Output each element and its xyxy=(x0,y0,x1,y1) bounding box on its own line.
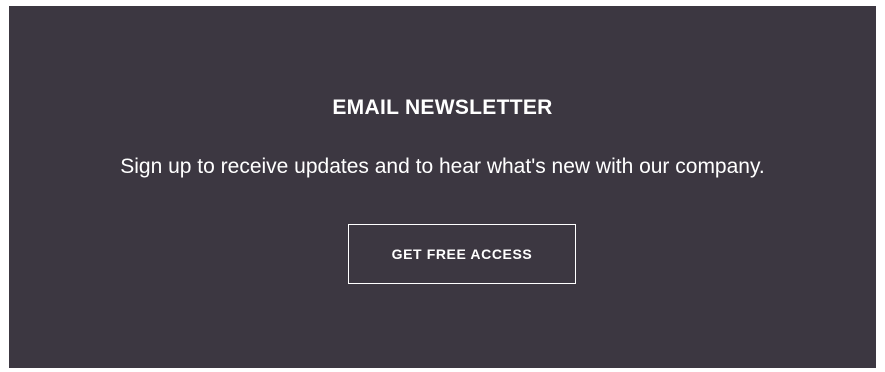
newsletter-panel: EMAIL NEWSLETTER Sign up to receive upda… xyxy=(9,6,876,368)
get-free-access-button[interactable]: GET FREE ACCESS xyxy=(348,224,576,284)
newsletter-title: EMAIL NEWSLETTER xyxy=(332,96,553,119)
newsletter-description: Sign up to receive updates and to hear w… xyxy=(120,155,765,178)
